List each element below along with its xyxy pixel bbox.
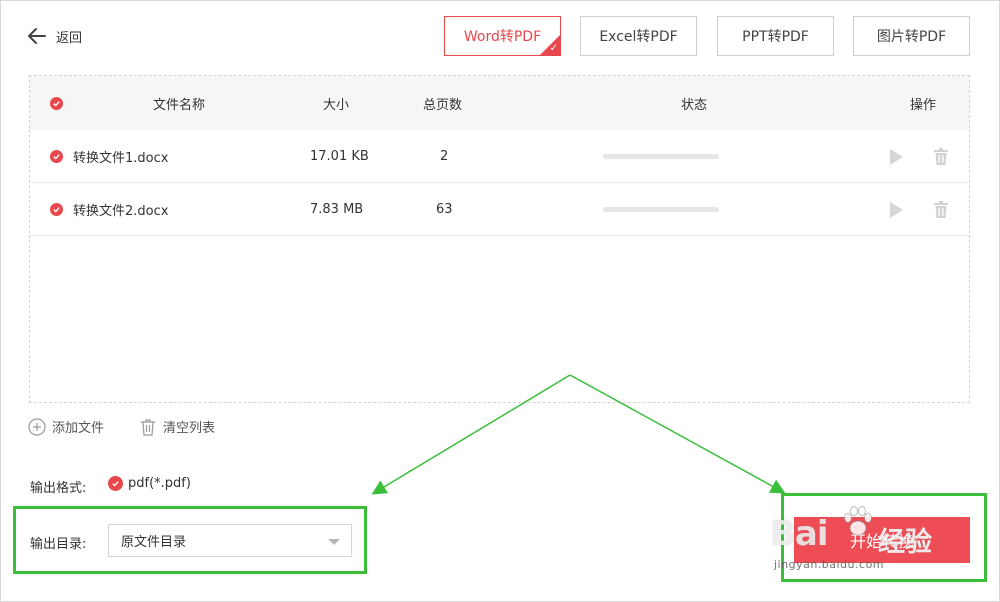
file-size: 7.83 MB	[310, 202, 364, 217]
trash-icon	[934, 147, 948, 165]
tab-image-to-pdf[interactable]: 图片转PDF	[853, 16, 970, 56]
tab-excel-to-pdf[interactable]: Excel转PDF	[580, 16, 697, 56]
add-file-label: 添加文件	[52, 421, 105, 436]
highlight-box-output-dir	[13, 506, 367, 574]
delete-button[interactable]	[933, 130, 949, 183]
table-header: 文件名称 大小 总页数 状态 操作	[30, 76, 969, 130]
checked-icon	[50, 96, 63, 110]
plus-circle-icon	[28, 417, 46, 436]
file-table: 文件名称 大小 总页数 状态 操作 转换文件1.docx 17.01 KB 2	[29, 75, 970, 403]
progress-bar	[603, 183, 719, 236]
back-button[interactable]: 返回	[26, 25, 82, 47]
play-icon	[890, 201, 903, 218]
back-label: 返回	[56, 30, 83, 46]
check-icon: ✓	[549, 43, 558, 54]
arrow-left-icon	[28, 28, 46, 44]
checked-icon	[50, 150, 63, 163]
row-checkbox[interactable]	[50, 130, 63, 183]
highlight-box-start-button	[781, 493, 987, 582]
row-checkbox[interactable]	[50, 183, 63, 236]
tab-label: 图片转PDF	[876, 29, 947, 45]
add-file-button[interactable]: 添加文件	[28, 417, 104, 436]
output-format-label: 输出格式:	[30, 481, 87, 496]
tab-label: Excel转PDF	[599, 29, 678, 45]
clear-list-label: 清空列表	[163, 421, 216, 436]
column-header-pages: 总页数	[423, 97, 463, 113]
output-format-option[interactable]: pdf(*.pdf)	[108, 476, 191, 491]
trash-icon	[934, 200, 948, 218]
column-header-size: 大小	[323, 97, 350, 113]
play-button[interactable]	[888, 130, 904, 183]
tab-word-to-pdf[interactable]: Word转PDF ✓	[444, 16, 561, 56]
column-header-name: 文件名称	[153, 97, 206, 113]
column-header-actions: 操作	[910, 97, 937, 113]
tab-label: PPT转PDF	[742, 29, 809, 45]
file-size: 17.01 KB	[310, 149, 369, 164]
table-row: 转换文件1.docx 17.01 KB 2	[30, 130, 969, 183]
play-button[interactable]	[888, 183, 904, 236]
trash-outline-icon	[141, 418, 155, 436]
output-format-value: pdf(*.pdf)	[128, 476, 191, 491]
select-all-checkbox[interactable]	[50, 76, 63, 130]
page-count: 63	[436, 202, 453, 217]
file-name: 转换文件1.docx	[73, 151, 169, 166]
progress-bar	[603, 130, 719, 183]
checked-icon	[50, 203, 63, 216]
checked-icon	[108, 476, 123, 491]
column-header-status: 状态	[681, 97, 708, 113]
clear-list-button[interactable]: 清空列表	[139, 417, 215, 436]
file-name: 转换文件2.docx	[73, 204, 169, 219]
delete-button[interactable]	[933, 183, 949, 236]
play-icon	[890, 148, 903, 165]
page-count: 2	[440, 149, 449, 164]
tab-label: Word转PDF	[463, 29, 542, 45]
tab-ppt-to-pdf[interactable]: PPT转PDF	[717, 16, 834, 56]
table-row: 转换文件2.docx 7.83 MB 63	[30, 183, 969, 236]
